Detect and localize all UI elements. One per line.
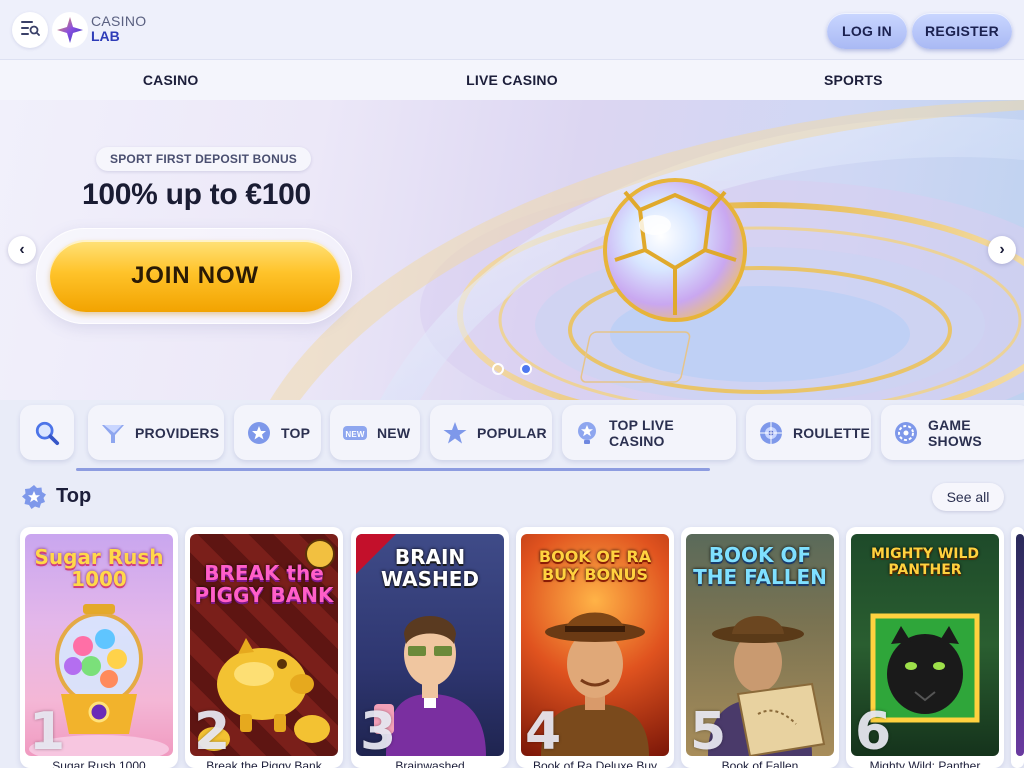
- game-show-icon: [893, 420, 919, 446]
- game-name: Sugar Rush 1000: [52, 759, 146, 768]
- live-star-icon: [574, 420, 600, 446]
- game-thumbnail: Sugar Rush 1000 1: [25, 534, 173, 756]
- game-card[interactable]: BOOK OF THE FALLEN 5 Book of Fallen: [681, 527, 839, 768]
- game-card[interactable]: BOOK OF RA BUY BONUS 4 Book of Ra Deluxe…: [516, 527, 674, 768]
- game-card[interactable]: BRAIN WASHED 3 Brainwashed: [351, 527, 509, 768]
- top-section-icon: [21, 484, 47, 510]
- star-icon: [442, 420, 468, 446]
- menu-search-icon: [20, 19, 40, 42]
- game-art-title: BOOK OF THE FALLEN: [693, 543, 827, 589]
- logo-icon[interactable]: [52, 12, 88, 48]
- game-card[interactable]: MIGHTY WILD PANTHER 6 Mighty Wild: Panth…: [846, 527, 1004, 768]
- filters-scrollbar[interactable]: [76, 468, 710, 471]
- slide-dot-2[interactable]: [520, 363, 532, 375]
- filter-top-live-casino[interactable]: TOP LIVE CASINO: [562, 405, 736, 460]
- menu-search-button[interactable]: [12, 12, 48, 48]
- game-art-title: Sugar Rush 1000: [34, 545, 164, 591]
- game-thumbnail: MIGHTY WILD PANTHER 6: [851, 534, 999, 756]
- star-badge-icon: [246, 420, 272, 446]
- game-art-title: BRAIN WASHED: [380, 545, 480, 591]
- filter-popular[interactable]: POPULAR: [430, 405, 552, 460]
- nav-casino[interactable]: CASINO: [0, 60, 341, 100]
- search-chip[interactable]: [20, 405, 74, 460]
- search-icon: [34, 420, 60, 446]
- join-now-button[interactable]: JOIN NOW: [50, 240, 340, 312]
- nav-sports[interactable]: SPORTS: [683, 60, 1024, 100]
- roulette-icon: [758, 420, 784, 446]
- filter-providers[interactable]: PROVIDERS: [88, 405, 224, 460]
- game-rank: 5: [690, 702, 727, 756]
- banner-next-button[interactable]: ›: [988, 236, 1016, 264]
- nav-live-casino[interactable]: LIVE CASINO: [341, 60, 682, 100]
- game-name: Break the Piggy Bank: [206, 759, 322, 768]
- filter-label: NEW: [377, 424, 411, 441]
- chevron-left-icon: ‹: [19, 241, 25, 258]
- game-rank: 1: [29, 702, 66, 756]
- promo-banner: SPORT FIRST DEPOSIT BONUS 100% up to €10…: [0, 100, 1024, 400]
- header: CASINO LAB LOG IN REGISTER: [0, 0, 1024, 60]
- game-filters: PROVIDERS TOP NEW NEW POPULAR TOP LIVE C…: [0, 404, 1024, 462]
- game-name: Book of Fallen: [721, 759, 799, 768]
- filter-new[interactable]: NEW NEW: [330, 405, 420, 460]
- game-rank: 6: [855, 702, 892, 756]
- logo-line-2: LAB: [91, 28, 120, 44]
- promo-headline: 100% up to €100: [82, 178, 311, 211]
- filter-roulette[interactable]: ROULETTE: [746, 405, 871, 460]
- chevron-right-icon: ›: [999, 241, 1005, 258]
- logo-line-1: CASINO: [91, 13, 147, 29]
- login-button[interactable]: LOG IN: [827, 13, 907, 49]
- filter-top[interactable]: TOP: [234, 405, 321, 460]
- filter-label: TOP: [281, 424, 311, 441]
- game-thumbnail: BREAK the PIGGY BANK 2: [190, 534, 338, 756]
- register-button[interactable]: REGISTER: [912, 13, 1012, 49]
- game-thumbnail: [1016, 534, 1024, 756]
- game-art-title: MIGHTY WILD PANTHER: [870, 546, 980, 578]
- game-rank: 3: [360, 702, 397, 756]
- new-badge-icon: NEW: [342, 420, 368, 446]
- see-all-button[interactable]: See all: [932, 483, 1004, 511]
- game-rank: 2: [194, 702, 231, 756]
- game-thumbnail: BRAIN WASHED 3: [356, 534, 504, 756]
- game-thumbnail: BOOK OF RA BUY BONUS 4: [521, 534, 669, 756]
- game-art-title: BOOK OF RA BUY BONUS: [538, 547, 652, 584]
- slide-dot-1[interactable]: [492, 363, 504, 375]
- game-name: Mighty Wild: Panther: [869, 759, 981, 768]
- game-name: Brainwashed: [395, 759, 465, 768]
- filter-label: ROULETTE: [793, 424, 871, 441]
- game-card[interactable]: Sugar Rush 1000 1 Sugar Rush 1000: [20, 527, 178, 768]
- providers-icon: [100, 420, 126, 446]
- game-rank: 4: [525, 702, 562, 756]
- filter-label: TOP LIVE CASINO: [609, 416, 674, 449]
- game-name: Book of Ra Deluxe Buy: [532, 759, 658, 768]
- promo-badge: SPORT FIRST DEPOSIT BONUS: [96, 147, 312, 171]
- filter-label: GAME SHOWS: [928, 416, 982, 449]
- main-nav: CASINO LIVE CASINO SPORTS: [0, 60, 1024, 100]
- filter-label: POPULAR: [477, 424, 547, 441]
- game-card-partial[interactable]: [1011, 527, 1024, 768]
- game-thumbnail: BOOK OF THE FALLEN 5: [686, 534, 834, 756]
- svg-text:NEW: NEW: [345, 430, 365, 439]
- filter-game-shows[interactable]: GAME SHOWS: [881, 405, 1024, 460]
- logo-text[interactable]: CASINO LAB: [91, 14, 146, 44]
- banner-prev-button[interactable]: ‹: [8, 236, 36, 264]
- section-title: Top: [56, 485, 92, 507]
- game-art-title: BREAK the PIGGY BANK: [194, 561, 334, 607]
- filter-label: PROVIDERS: [135, 424, 220, 441]
- game-card[interactable]: BREAK the PIGGY BANK 2 Break the Piggy B…: [185, 527, 343, 768]
